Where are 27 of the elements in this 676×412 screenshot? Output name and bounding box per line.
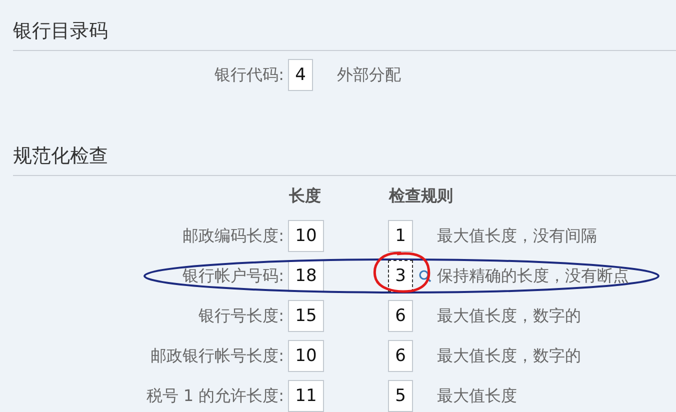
input-field[interactable]: 10 xyxy=(288,340,324,372)
section-title: 规范化检查 xyxy=(13,143,676,176)
input-field[interactable]: 4 xyxy=(288,59,313,91)
section-title: 银行目录码 xyxy=(13,18,676,51)
input-field[interactable]: 3 xyxy=(388,260,413,292)
field-description: 最大值长度 xyxy=(437,386,517,406)
field-label: 银行代码: xyxy=(214,64,284,86)
column-header: 检查规则 xyxy=(389,186,453,206)
input-field[interactable]: 5 xyxy=(388,380,413,412)
search-icon[interactable] xyxy=(418,269,432,283)
input-field[interactable]: 11 xyxy=(288,380,324,412)
input-field[interactable]: 1 xyxy=(388,220,413,252)
field-description: 最大值长度，没有间隔 xyxy=(437,226,597,246)
input-field[interactable]: 6 xyxy=(388,340,413,372)
field-description: 外部分配 xyxy=(337,64,401,86)
column-header: 长度 xyxy=(289,186,322,206)
input-field[interactable]: 10 xyxy=(288,220,324,252)
field-label: 邮政银行帐号长度: xyxy=(150,346,284,366)
field-label: 银行号长度: xyxy=(198,306,284,326)
field-label: 税号 1 的允许长度: xyxy=(145,386,284,406)
input-field[interactable]: 6 xyxy=(388,300,413,332)
field-description: 保持精确的长度，没有断点 xyxy=(437,266,629,286)
field-label: 邮政编码长度: xyxy=(182,226,284,246)
field-description: 最大值长度，数字的 xyxy=(437,306,581,326)
field-label: 银行帐户号码: xyxy=(182,266,284,286)
input-field[interactable]: 15 xyxy=(288,300,324,332)
field-description: 最大值长度，数字的 xyxy=(437,346,581,366)
